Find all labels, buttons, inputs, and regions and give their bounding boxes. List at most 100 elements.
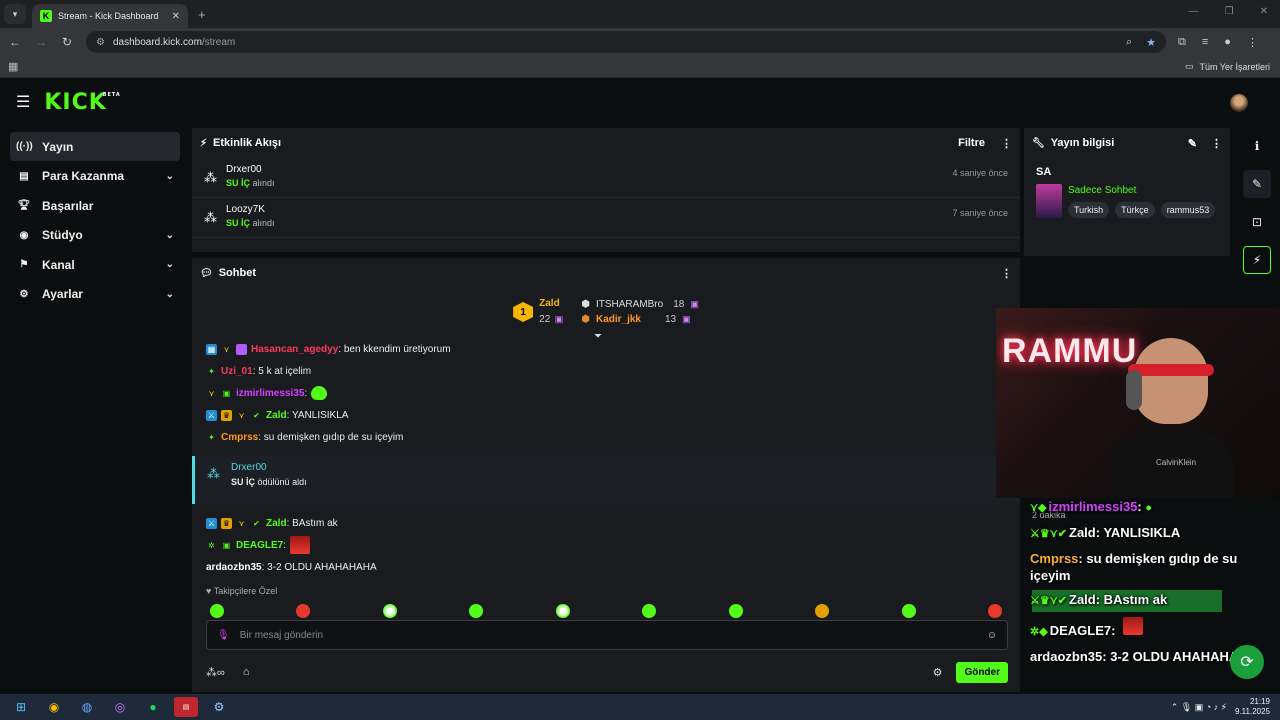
close-tab-icon[interactable]: ✕ [172,11,180,22]
windows-start-icon[interactable]: ⊞ [9,697,33,717]
chat-settings-gear-icon[interactable]: ⚙ [933,666,943,679]
emoji-icon[interactable]: ☺ [987,630,997,641]
chat-username[interactable]: Uzi_01 [221,366,253,377]
points-infinity-icon[interactable]: ⁂∞ [206,666,225,679]
reload-icon[interactable]: ↻ [56,35,78,49]
close-window-icon[interactable]: ✕ [1260,6,1268,17]
media-icon[interactable]: ≡ [1202,36,1208,49]
event-user[interactable]: Drxer00 [226,164,1012,175]
url-path: /stream [201,36,236,48]
leader-name[interactable]: ITSHARAMBro [596,299,663,310]
activity-event[interactable]: ⁂ Loozy7K SU İÇ alındı 7 saniye önce [192,198,1020,238]
discord-icon[interactable]: ◎ [108,697,132,717]
filter-button[interactable]: Filtre [958,137,985,149]
leader-name[interactable]: Kadir_jkk [596,314,641,325]
extensions-icon[interactable]: ⧉ [1178,36,1186,49]
sidebar-item-ayarlar[interactable]: ⚙ Ayarlar ⌄ [10,280,180,309]
og-badge-icon: ✲ [208,540,215,550]
back-icon[interactable]: ← [4,35,26,49]
store-icon[interactable]: ⌂ [243,666,250,678]
browser-tab[interactable]: K Stream - Kick Dashboard ✕ [32,4,188,28]
category-thumbnail[interactable] [1036,184,1062,218]
collapse-leaderboard-icon[interactable]: ⏷ [594,331,602,342]
chrome-icon[interactable]: ◉ [42,697,66,717]
broadcast-icon: ((·)) [16,141,33,152]
clock[interactable]: 21:19 9.11.2025 [1235,697,1270,717]
emote-button[interactable] [469,604,484,618]
emote-button[interactable] [642,604,657,618]
sidebar-item-kanal[interactable]: ⚑ Kanal ⌄ [10,250,180,279]
hamburger-menu-icon[interactable]: ☰ [16,92,30,112]
kick-logo[interactable]: KICK BETA [44,90,119,115]
tray-icons[interactable]: ⌃ 🎙︎ ▣ ◔ ♪ ⚡︎ [1171,702,1227,713]
sidebar-item-yayin[interactable]: ((·)) Yayın [10,132,180,161]
menu-dots-icon[interactable]: ⋮ [1247,36,1258,49]
edit-pencil-icon[interactable]: ✎ [1188,137,1197,150]
emote-button[interactable] [555,604,570,618]
sidebar-item-para-kazanma[interactable]: ▤ Para Kazanma ⌄ [10,162,180,191]
user-avatar[interactable] [1230,94,1248,112]
refresh-circle-icon[interactable]: ⟳ [1230,645,1264,679]
sidebar-item-label: Para Kazanma [42,169,125,183]
chat-text: : YANLISIKLA [286,409,349,421]
overlay-line: ⋎◆ izmirlimessi35: ● [1030,498,1270,517]
stream-tag[interactable]: Türkçe [1115,202,1155,218]
chat-input[interactable]: 🎙︎ Bir mesaj gönderin ☺ [206,620,1008,650]
emote-button[interactable] [901,604,916,618]
site-info-icon[interactable]: ⚙ [96,37,105,48]
edit-icon[interactable]: ✎ [1243,170,1271,198]
wrench-icon: 🔧︎ [1032,137,1045,149]
sidebar-item-studyo[interactable]: ◉ Stüdyo ⌄ [10,221,180,250]
chat-username[interactable]: DEAGLE7 [236,540,283,551]
chat-username[interactable]: Zald [266,410,287,421]
more-options-icon[interactable]: ⋮ [1001,267,1012,280]
more-options-icon[interactable]: ⋮ [1211,137,1222,150]
emote-button[interactable] [382,604,397,618]
activity-event[interactable]: ⁂ Drxer00 SU İÇ alındı 4 saniye önce [192,158,1020,198]
spotify-icon[interactable]: ● [141,697,165,717]
all-bookmarks-button[interactable]: ▭ Tüm Yer İşaretleri [1185,61,1270,72]
kick-header: ☰ KICK BETA [0,80,1280,124]
new-tab-button[interactable]: + [198,7,206,22]
tab-search-button[interactable]: ▾ [4,4,26,24]
emote-button[interactable] [815,604,830,618]
stream-tag[interactable]: rammus53 [1160,202,1216,218]
event-user[interactable]: Loozy7K [226,204,1012,215]
bookmark-star-icon[interactable]: ★ [1146,36,1156,49]
forward-icon[interactable]: → [30,35,52,49]
chat-messages-2: ⚔ ♛ ⋎ ✔ Zald: BAstım ak ✲ ▣ DEAGLE7: ard… [192,510,1020,580]
emote-button[interactable] [987,604,1002,618]
url-field[interactable]: ⚙ dashboard.kick.com/stream ⌕ ★ [86,31,1166,53]
info-icon[interactable]: ℹ [1243,132,1271,160]
quick-action-lightning-icon[interactable]: ⚡︎ [1243,246,1271,274]
chat-username[interactable]: izmirlimessi35 [236,388,304,399]
scan-icon[interactable]: ⊡ [1243,208,1271,236]
minimize-icon[interactable]: — [1189,6,1199,17]
zoom-icon[interactable]: ⌕ [1126,36,1132,49]
more-options-icon[interactable]: ⋮ [1001,137,1012,150]
reward-user[interactable]: Drxer00 [231,462,1010,473]
chat-username[interactable]: ardaozbn35 [206,562,262,573]
category-name[interactable]: Sadece Sohbet [1068,185,1215,196]
microphone-icon[interactable]: 🎙︎ [217,630,230,641]
chat-username[interactable]: Zald [266,518,287,529]
emote-button[interactable] [728,604,743,618]
emote-button[interactable] [296,604,311,618]
overlay-text: : BAstım ak [1095,592,1168,607]
sidebar-item-basarilar[interactable]: 🏆︎ Başarılar [10,191,180,220]
profile-icon[interactable]: ● [1224,36,1231,49]
steam-icon[interactable]: ⚙ [207,697,231,717]
app-icon[interactable]: ◍ [75,697,99,717]
maximize-icon[interactable]: ❐ [1225,6,1234,17]
chat-username[interactable]: Hasancan_agedyy [251,344,338,355]
vip-badge-icon: ⋎ [208,388,215,398]
stream-tag[interactable]: Turkish [1068,202,1110,218]
send-button[interactable]: Gönder [956,661,1008,683]
chevron-down-icon: ⌄ [165,288,174,300]
apps-grid-icon[interactable]: ▦ [8,60,18,73]
window-controls: — ❐ ✕ [1189,6,1268,17]
leader-name[interactable]: Zald [539,298,563,309]
voicemeeter-icon[interactable]: ▤ [174,697,198,717]
emote-button[interactable] [210,604,224,618]
chat-username[interactable]: Cmprss [221,432,258,443]
